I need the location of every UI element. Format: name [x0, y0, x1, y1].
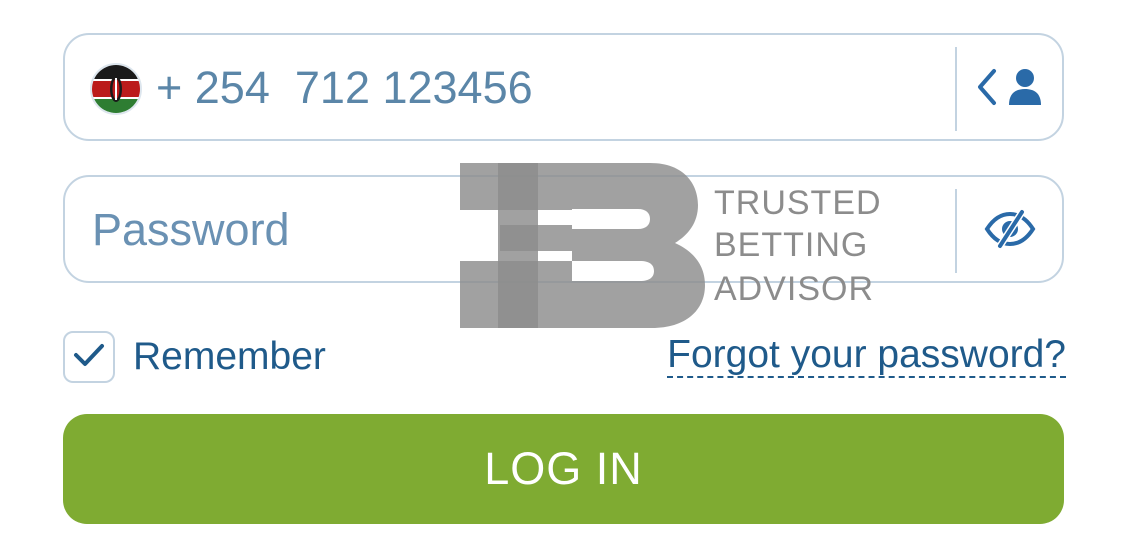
password-placeholder: Password	[92, 204, 290, 255]
checkmark-icon	[73, 342, 105, 373]
toggle-password-visibility-button[interactable]	[975, 201, 1045, 261]
field-divider	[955, 47, 957, 131]
field-divider	[955, 189, 957, 273]
contacts-button[interactable]	[971, 59, 1047, 119]
eye-slash-icon	[984, 209, 1036, 254]
remember-checkbox[interactable]: Remember	[63, 331, 326, 383]
kenya-flag-icon[interactable]	[90, 63, 142, 115]
user-icon	[1008, 68, 1042, 111]
login-button[interactable]: LOG IN	[63, 414, 1064, 524]
country-code: + 254	[156, 62, 270, 113]
login-form: + 254 712 123456 Password Remember Forgo…	[0, 0, 1130, 549]
chevron-left-icon	[976, 68, 998, 111]
phone-field[interactable]: + 254 712 123456	[63, 33, 1064, 141]
phone-input[interactable]: + 254 712 123456	[156, 62, 533, 114]
checkbox-box[interactable]	[63, 331, 115, 383]
password-field[interactable]: Password	[63, 175, 1064, 283]
forgot-password-link[interactable]: Forgot your password?	[667, 334, 1066, 378]
remember-label: Remember	[133, 335, 326, 378]
phone-number-value: 712 123456	[294, 62, 533, 113]
